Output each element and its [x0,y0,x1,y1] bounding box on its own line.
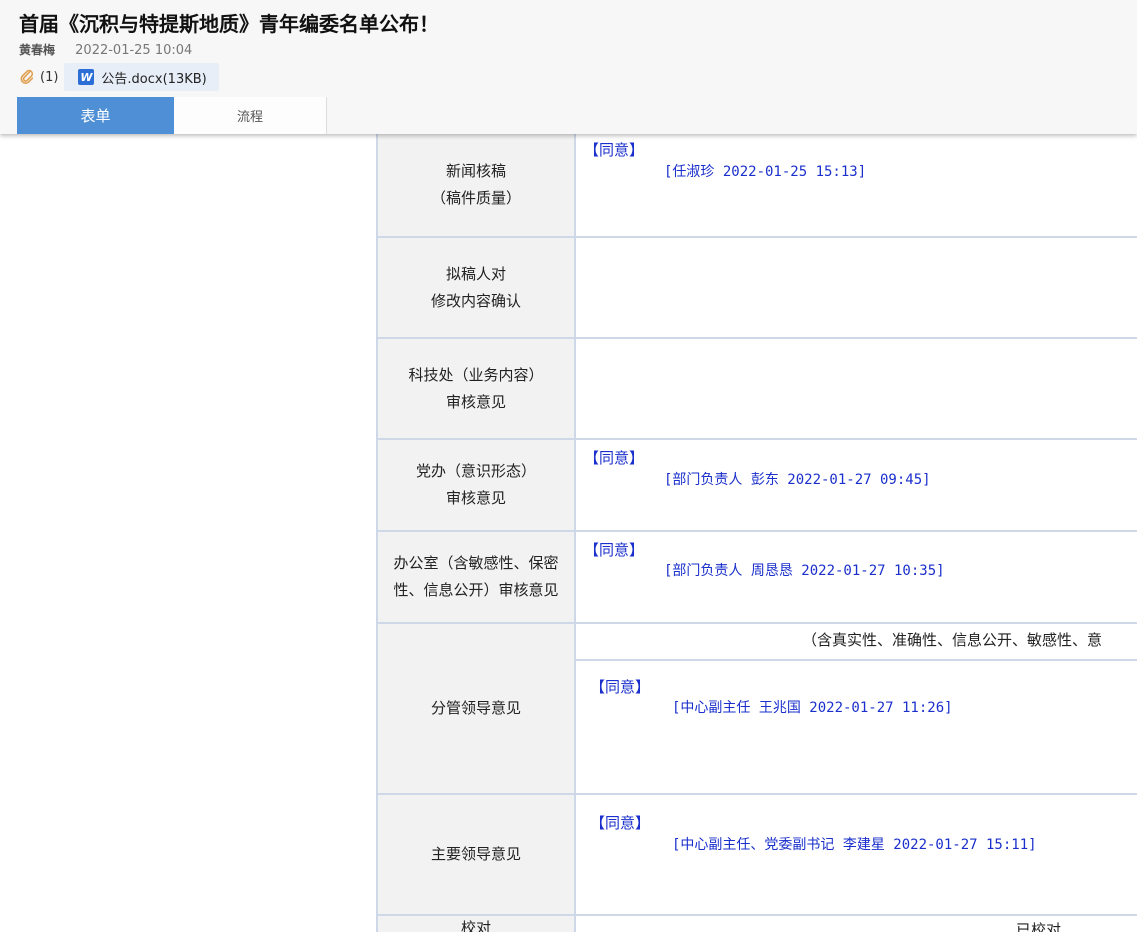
row-content: 【同意】 [部门负责人 周恳恳 2022-01-27 10:35] [576,532,1137,622]
row-label: 校对 [378,916,576,932]
table-row: 新闻核稿 （稿件质量） 【同意】 [任淑珍 2022-01-25 15:13] [378,134,1137,238]
attachment-file-link[interactable]: W 公告.docx(13KB) [64,63,219,91]
agree-tag: 【同意】 [584,449,645,467]
attachment-file-name: 公告.docx(13KB) [101,71,207,87]
attachment-row: (1) W 公告.docx(13KB) [20,63,219,91]
signature: [中心副主任、党委副书记 李建星 2022-01-27 15:11] [672,837,1037,853]
row-content: 【同意】 [任淑珍 2022-01-25 15:13] [576,134,1137,236]
view-tabs: 表单 流程 [17,97,327,134]
row-content [576,238,1137,337]
row-label: 党办（意识形态） 审核意见 [378,440,576,530]
word-document-icon: W [78,69,95,85]
table-row: 校对 已校对 [378,916,1137,932]
agree-tag: 【同意】 [584,141,645,159]
agree-tag: 【同意】 [590,678,651,696]
row-content [576,339,1137,438]
row-label: 科技处（业务内容） 审核意见 [378,339,576,438]
proofread-status: 已校对 [1016,921,1062,932]
row-content: 已校对 [576,916,1137,932]
signature: [部门负责人 周恳恳 2022-01-27 10:35] [664,563,945,579]
table-row: 拟稿人对 修改内容确认 [378,238,1137,339]
tab-process[interactable]: 流程 [174,97,327,134]
meta-info: 黄春梅 2022-01-25 10:04 [19,41,192,58]
table-row: 党办（意识形态） 审核意见 【同意】 [部门负责人 彭东 2022-01-27 … [378,440,1137,532]
table-row: 主要领导意见 【同意】 [中心副主任、党委副书记 李建星 2022-01-27 … [378,795,1137,916]
signature: [中心副主任 王兆国 2022-01-27 11:26] [672,700,953,716]
tab-form[interactable]: 表单 [17,97,174,134]
signature: [部门负责人 彭东 2022-01-27 09:45] [664,472,931,488]
row-label: 办公室（含敏感性、保密 性、信息公开）审核意见 [378,532,576,622]
agree-tag: 【同意】 [584,541,645,559]
agree-tag: 【同意】 [590,814,651,832]
paperclip-icon [20,69,34,84]
document-header: 首届《沉积与特提斯地质》青年编委名单公布！ 黄春梅 2022-01-25 10:… [0,0,1137,134]
page-title: 首届《沉积与特提斯地质》青年编委名单公布！ [19,12,439,36]
author-name: 黄春梅 [19,43,56,57]
row-label: 主要领导意见 [378,795,576,914]
row-label: 新闻核稿 （稿件质量） [378,134,576,236]
signature: [任淑珍 2022-01-25 15:13] [664,164,867,180]
row-content: 【同意】 [中心副主任、党委副书记 李建星 2022-01-27 15:11] [576,795,1137,914]
publish-date: 2022-01-25 10:04 [75,43,193,58]
row-label: 拟稿人对 修改内容确认 [378,238,576,337]
approval-form-table: 新闻核稿 （稿件质量） 【同意】 [任淑珍 2022-01-25 15:13] … [376,134,1137,932]
table-row: 办公室（含敏感性、保密 性、信息公开）审核意见 【同意】 [部门负责人 周恳恳 … [378,532,1137,624]
attachment-count: (1) [40,69,59,85]
table-row: 分管领导意见 （含真实性、准确性、信息公开、敏感性、意 【同意】 [中心副主任 … [378,624,1137,795]
row-content: 【同意】 [部门负责人 彭东 2022-01-27 09:45] [576,440,1137,530]
table-row: 科技处（业务内容） 审核意见 [378,339,1137,440]
row-label: 分管领导意见 [378,624,576,793]
row-content: （含真实性、准确性、信息公开、敏感性、意 【同意】 [中心副主任 王兆国 202… [576,624,1137,793]
review-criteria-note: （含真实性、准确性、信息公开、敏感性、意 [576,624,1137,661]
